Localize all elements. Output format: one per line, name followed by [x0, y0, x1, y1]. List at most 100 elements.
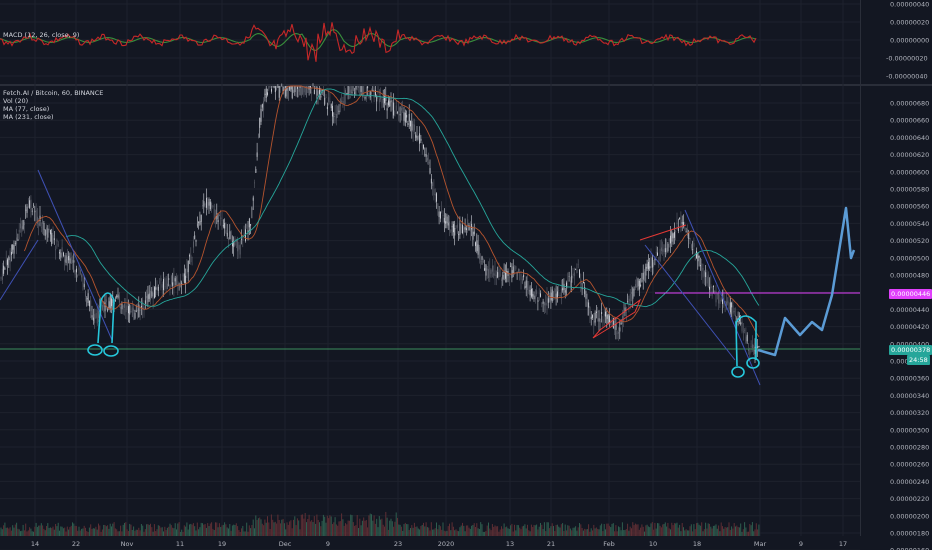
volume-bar	[628, 530, 630, 536]
volume-bar	[250, 528, 252, 536]
candle-body	[229, 231, 231, 240]
candle-body	[277, 86, 279, 88]
candle-body	[455, 226, 457, 228]
candle-body	[525, 280, 527, 288]
candle-body	[151, 291, 153, 297]
volume-bar	[443, 530, 445, 536]
volume-bar	[343, 525, 345, 536]
volume-bar	[429, 530, 431, 536]
candle-body	[714, 290, 716, 292]
candle-body	[524, 286, 526, 288]
candle-body	[233, 241, 235, 248]
candle-body	[70, 257, 72, 264]
candle-body	[74, 269, 76, 275]
candle-body	[134, 312, 136, 319]
candle-body	[72, 259, 73, 263]
time-tick-label: 17	[839, 540, 847, 548]
volume-bar	[619, 527, 621, 536]
volume-bar	[577, 527, 579, 536]
volume-bar	[515, 530, 517, 536]
volume-bar	[287, 524, 289, 536]
candle-body	[558, 290, 560, 291]
volume-bar	[703, 529, 705, 536]
volume-bar	[495, 526, 497, 536]
candle-body	[571, 275, 573, 283]
volume-bar	[332, 524, 333, 536]
volume-bar	[680, 531, 682, 536]
volume-bar	[696, 523, 697, 536]
candle-body	[745, 336, 747, 344]
candle-body	[528, 286, 530, 292]
volume-bar	[741, 531, 743, 536]
candle-body	[703, 271, 705, 277]
volume-bar	[503, 523, 505, 536]
volume-bar	[436, 522, 437, 536]
volume-bar	[121, 531, 123, 536]
volume-bar	[148, 524, 150, 536]
volume-bar	[27, 530, 29, 536]
volume-bar	[94, 528, 96, 536]
macd-legend[interactable]: MACD (12, 26, close, 9)	[3, 31, 79, 39]
ma-77-line	[23, 85, 760, 338]
volume-bar	[372, 520, 374, 536]
candle-body	[311, 92, 313, 93]
candle-body	[434, 193, 436, 196]
candle-body	[432, 182, 434, 187]
candle-body	[102, 305, 103, 310]
candle-body	[388, 100, 389, 106]
candle-body	[195, 240, 197, 242]
candle-body	[170, 276, 172, 285]
volume-bar	[120, 525, 122, 536]
candle-body	[501, 279, 502, 281]
candle-body	[655, 251, 657, 253]
candle-body	[386, 108, 388, 111]
volume-bar	[654, 522, 656, 536]
candle-body	[271, 88, 272, 92]
volume-bar	[566, 530, 567, 536]
candle-body	[615, 323, 617, 330]
volume-bar	[688, 530, 690, 536]
volume-bar	[385, 511, 387, 536]
chart-canvas[interactable]: 14 22 Nov 11 19 Dec 9 23 2020 13 21 Feb 10 18 Mar 9 17 0.…	[0, 0, 932, 550]
candle-body	[395, 105, 397, 111]
candle-body	[618, 332, 619, 334]
candle-body	[95, 312, 97, 318]
volume-bar	[615, 525, 617, 536]
volume-bar	[551, 523, 553, 536]
volume-bar	[127, 531, 129, 536]
volume-bar	[12, 525, 14, 536]
indicator-vol[interactable]: Vol (20)	[3, 97, 103, 105]
volume-bar	[523, 525, 525, 536]
candle-body	[46, 227, 47, 235]
macd-indicator-label[interactable]: MACD (12, 26, close, 9)	[3, 31, 79, 39]
candle-body	[160, 278, 162, 281]
candle-body	[480, 261, 482, 263]
candle-body	[498, 269, 500, 278]
indicator-ma-231[interactable]: MA (231, close)	[3, 113, 103, 121]
volume-bar	[632, 522, 634, 536]
volume-bar	[694, 529, 696, 536]
price-tick-label: 0.00000300	[890, 426, 929, 434]
volume-bar	[4, 522, 6, 536]
volume-bar	[107, 525, 109, 536]
volume-bar	[675, 523, 677, 536]
candle-body	[189, 255, 190, 257]
candle-body	[737, 320, 739, 323]
cyan-drawing	[746, 357, 760, 369]
volume-bar	[589, 531, 591, 536]
candle-body	[671, 231, 673, 242]
volume-bar	[329, 515, 331, 536]
candle-body	[462, 224, 463, 234]
volume-bar	[152, 531, 154, 536]
volume-bar	[432, 529, 434, 536]
candle-body	[479, 247, 480, 260]
volume-bar	[516, 524, 518, 536]
volume-bar	[403, 524, 405, 536]
volume-bar	[532, 526, 534, 536]
candle-body	[428, 161, 430, 164]
volume-bar	[733, 523, 735, 536]
indicator-ma-77[interactable]: MA (77, close)	[3, 105, 103, 113]
volume-bar	[729, 529, 731, 536]
price-tick-label: 0.00000540	[890, 220, 929, 228]
candle-body	[219, 215, 220, 216]
